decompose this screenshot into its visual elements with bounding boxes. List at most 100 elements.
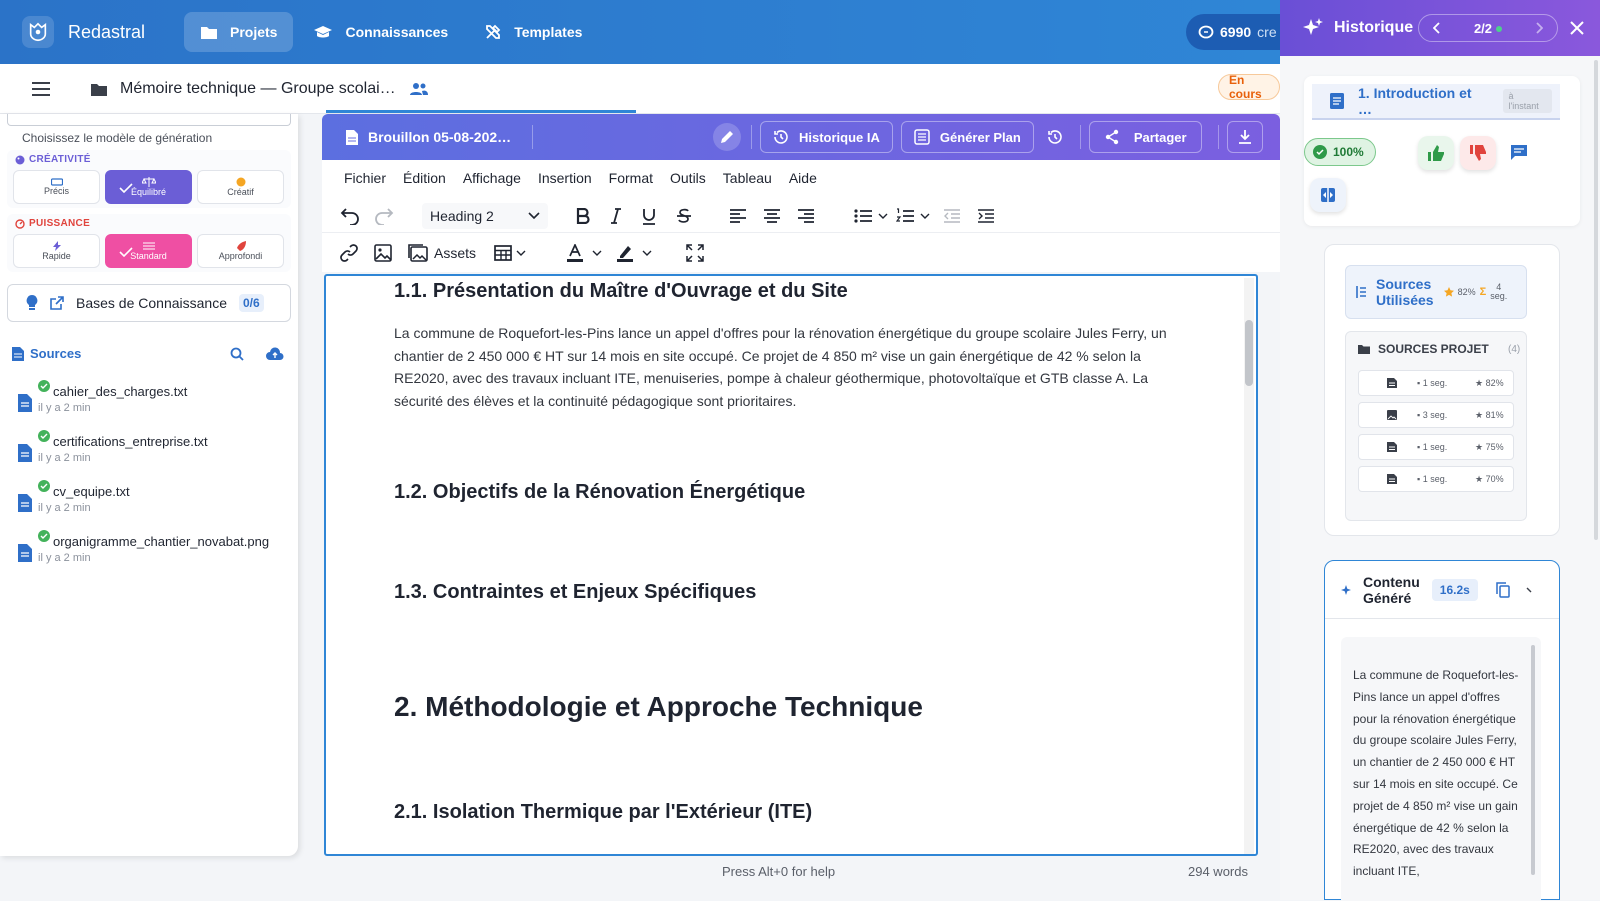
menu-item-format[interactable]: Format — [609, 170, 653, 186]
sources-used-header[interactable]: Sources Utilisées 82% Σ 4 seg. — [1345, 265, 1527, 319]
chevron-right-icon[interactable] — [1535, 22, 1543, 34]
section-title[interactable]: 1. Introduction et … à l'instant — [1312, 84, 1560, 120]
top-bar: Redastral Projets Connaissances Template… — [0, 0, 1296, 64]
source-row[interactable]: ▪ 1 seg. ★ 75% — [1358, 434, 1514, 460]
generated-text: La commune de Roquefort-les-Pins lance u… — [1353, 668, 1519, 879]
chevron-down-icon[interactable] — [592, 250, 602, 256]
menu-item-aide[interactable]: Aide — [789, 170, 817, 186]
generate-plan-button[interactable]: Générer Plan — [900, 121, 1034, 153]
text-color-icon[interactable] — [566, 243, 584, 262]
project-sources-title: SOURCES PROJET (4) — [1358, 342, 1520, 356]
option-equilibre[interactable]: Équilibré — [105, 170, 192, 204]
undo-icon[interactable] — [340, 207, 360, 225]
outdent-icon[interactable] — [944, 209, 960, 223]
menu-item-insertion[interactable]: Insertion — [538, 170, 592, 186]
block-format-select[interactable]: Heading 2 — [422, 203, 548, 229]
word-count[interactable]: 294 words — [1188, 864, 1248, 879]
sliders-icon — [142, 241, 155, 251]
editor-scrollbar[interactable] — [1244, 278, 1254, 854]
assets-button[interactable]: Assets — [434, 245, 476, 261]
option-standard[interactable]: Standard — [105, 234, 192, 268]
menu-item-outils[interactable]: Outils — [670, 170, 706, 186]
thumbs-up-button[interactable] — [1418, 136, 1454, 170]
list-item[interactable]: organigramme_chantier_novabat.png il y a… — [18, 530, 288, 576]
menu-icon[interactable] — [32, 81, 50, 96]
restore-icon[interactable] — [1046, 128, 1064, 146]
align-center-icon[interactable] — [764, 209, 780, 223]
indent-icon[interactable] — [978, 209, 994, 223]
draft-title[interactable]: Brouillon 05-08-202… — [346, 129, 532, 145]
chevron-down-icon[interactable] — [920, 213, 930, 219]
compare-button[interactable] — [1310, 178, 1346, 212]
close-icon[interactable] — [1570, 21, 1584, 35]
redo-icon[interactable] — [374, 207, 394, 225]
thumbs-down-button[interactable] — [1460, 136, 1496, 170]
model-select[interactable] — [7, 114, 291, 126]
strikethrough-icon[interactable] — [676, 208, 692, 224]
numbered-list-icon[interactable] — [896, 208, 914, 224]
edit-button[interactable] — [713, 123, 741, 151]
menu-item-affichage[interactable]: Affichage — [463, 170, 521, 186]
underline-icon[interactable] — [642, 208, 656, 225]
status-badge: En cours — [1218, 73, 1280, 101]
align-right-icon[interactable] — [798, 209, 814, 223]
source-row[interactable]: ▪ 1 seg. ★ 70% — [1358, 466, 1514, 492]
option-precis[interactable]: Précis — [13, 170, 100, 204]
chevron-down-icon[interactable] — [878, 213, 888, 219]
list-item[interactable]: cv_equipe.txt il y a 2 min — [18, 480, 288, 526]
share-button[interactable]: Partager — [1088, 121, 1202, 153]
list-item[interactable]: certifications_entreprise.txt il y a 2 m… — [18, 430, 288, 476]
chevron-down-icon[interactable] — [642, 250, 652, 256]
sigma-icon: Σ — [1479, 286, 1487, 298]
panel-scrollbar[interactable] — [1594, 60, 1598, 540]
history-ai-button[interactable]: Historique IA — [760, 121, 893, 153]
document-title[interactable]: Mémoire technique — Groupe scolai… — [120, 80, 396, 98]
collaborators-icon[interactable] — [409, 82, 428, 96]
generated-content-header[interactable]: Contenu Généré 16.2s — [1325, 561, 1559, 619]
fullscreen-icon[interactable] — [686, 243, 704, 262]
model-help-text: Choisissez le modèle de génération — [22, 131, 213, 145]
upload-cloud-icon[interactable] — [266, 346, 284, 361]
link-icon[interactable] — [340, 243, 358, 262]
image-icon — [1387, 410, 1397, 420]
menu-item-edition[interactable]: Édition — [403, 170, 446, 186]
source-row[interactable]: ▪ 1 seg. ★ 82% — [1358, 370, 1514, 396]
check-circle-icon — [38, 380, 50, 392]
download-button[interactable] — [1226, 121, 1263, 153]
chevron-down-icon[interactable] — [516, 250, 526, 256]
option-approfondi[interactable]: Approfondi — [197, 234, 284, 268]
menu-item-fichier[interactable]: Fichier — [344, 170, 386, 186]
check-circle-icon — [38, 480, 50, 492]
chevron-down-icon[interactable] — [1526, 587, 1536, 593]
table-icon[interactable] — [494, 244, 512, 261]
assets-icon[interactable] — [408, 243, 428, 262]
italic-icon[interactable] — [610, 208, 622, 224]
nav-projets[interactable]: Projets — [184, 12, 294, 52]
copy-icon[interactable] — [1496, 581, 1510, 598]
credits-value: 6990 — [1220, 24, 1252, 40]
list-icon — [1356, 285, 1366, 299]
knowledge-base-button[interactable]: Bases de Connaissance 0/6 — [7, 284, 291, 322]
align-left-icon[interactable] — [730, 209, 746, 223]
document-content[interactable]: 1.1. Présentation du Maître d'Ouvrage et… — [324, 274, 1258, 856]
list-item[interactable]: cahier_des_charges.txt il y a 2 min — [18, 380, 288, 426]
folder-icon — [90, 81, 108, 97]
highlight-icon[interactable] — [616, 244, 634, 262]
scrollbar-thumb[interactable] — [1245, 320, 1253, 386]
bullet-list-icon[interactable] — [854, 209, 872, 223]
file-icon — [18, 544, 32, 562]
bold-icon[interactable] — [576, 208, 590, 224]
comment-icon[interactable] — [1510, 144, 1528, 160]
search-icon[interactable] — [230, 347, 244, 361]
nav-connaissances[interactable]: Connaissances — [297, 12, 464, 52]
source-row[interactable]: ▪ 3 seg. ★ 81% — [1358, 402, 1514, 428]
nav-templates[interactable]: Templates — [468, 12, 598, 52]
option-creatif[interactable]: Créatif — [197, 170, 284, 204]
image-icon[interactable] — [374, 243, 392, 262]
option-rapide[interactable]: Rapide — [13, 234, 100, 268]
generated-scrollbar[interactable] — [1531, 645, 1535, 875]
menu-item-tableau[interactable]: Tableau — [723, 170, 772, 186]
compare-icon — [1320, 186, 1336, 204]
chevron-left-icon[interactable] — [1433, 22, 1441, 34]
app-logo[interactable]: Redastral — [0, 16, 184, 48]
